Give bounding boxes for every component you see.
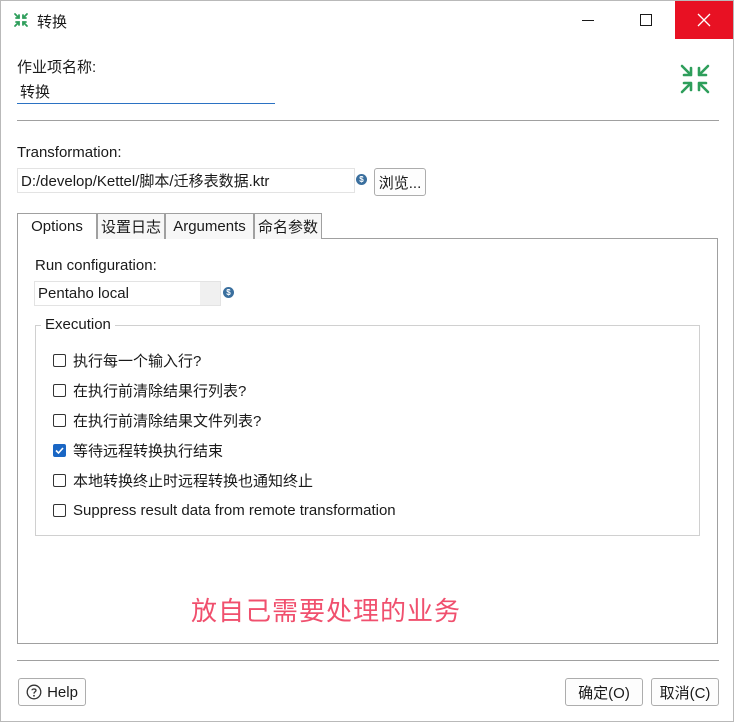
maximize-icon	[640, 14, 652, 26]
minimize-icon	[582, 19, 594, 21]
checkbox-label: Suppress result data from remote transfo…	[73, 501, 396, 519]
checkbox-wait-remote[interactable]: 等待远程转换执行结束	[53, 440, 223, 460]
annotation-text: 放自己需要处理的业务	[191, 596, 462, 626]
variable-icon[interactable]: $	[356, 174, 367, 185]
checkbox-label: 等待远程转换执行结束	[73, 442, 224, 460]
checkbox-label: 在执行前清除结果行列表?	[73, 382, 247, 400]
checkbox-label: 执行每一个输入行?	[73, 352, 202, 370]
tab-log-settings[interactable]: 设置日志	[97, 213, 165, 239]
bottom-separator	[17, 660, 719, 661]
checkbox-suppress-result[interactable]: Suppress result data from remote transfo…	[53, 500, 396, 520]
browse-button[interactable]: 浏览...	[374, 168, 426, 196]
close-icon	[697, 13, 711, 27]
help-button[interactable]: Help	[18, 678, 86, 706]
checkbox-label: 在执行前清除结果文件列表?	[73, 412, 262, 430]
execution-group-label: Execution	[41, 316, 115, 333]
transformation-path-input[interactable]	[17, 168, 355, 193]
job-name-input[interactable]	[17, 80, 275, 104]
checkbox-label: 本地转换终止时远程转换也通知终止	[73, 472, 314, 490]
checkbox-unchecked-icon[interactable]	[53, 353, 66, 367]
dropdown-arrow-icon[interactable]	[200, 282, 220, 305]
checkbox-unchecked-icon[interactable]	[53, 473, 66, 487]
run-config-label: Run configuration:	[35, 257, 157, 274]
run-config-value: Pentaho local	[38, 285, 129, 302]
transformation-icon	[14, 13, 28, 27]
transformation-label: Transformation:	[17, 144, 122, 161]
checkbox-unchecked-icon[interactable]	[53, 383, 66, 397]
checkbox-clear-result-files[interactable]: 在执行前清除结果文件列表?	[53, 410, 261, 430]
checkbox-unchecked-icon[interactable]	[53, 503, 66, 517]
maximize-button[interactable]	[617, 1, 675, 39]
minimize-button[interactable]	[559, 1, 617, 39]
checkbox-notify-remote-stop[interactable]: 本地转换终止时远程转换也通知终止	[53, 470, 313, 490]
checkbox-each-row[interactable]: 执行每一个输入行?	[53, 350, 201, 370]
checkbox-clear-result-rows[interactable]: 在执行前清除结果行列表?	[53, 380, 246, 400]
run-config-select[interactable]: Pentaho local	[34, 281, 221, 306]
variable-icon[interactable]: $	[223, 287, 234, 298]
tab-arguments[interactable]: Arguments	[165, 213, 254, 239]
checkbox-unchecked-icon[interactable]	[53, 413, 66, 427]
checkmark-icon	[55, 446, 64, 454]
tab-named-parameters[interactable]: 命名参数	[254, 213, 322, 239]
title-bar: 转换	[1, 1, 733, 39]
top-separator	[17, 120, 719, 121]
dialog-window: 转换 作业项名称: Transformation: $ 浏览... Option…	[0, 0, 734, 722]
job-name-label: 作业项名称:	[17, 59, 97, 76]
cancel-button[interactable]: 取消(C)	[651, 678, 719, 706]
checkbox-checked-icon[interactable]	[53, 443, 66, 457]
window-title: 转换	[37, 14, 68, 31]
tab-options[interactable]: Options	[17, 213, 97, 239]
close-button[interactable]	[675, 1, 733, 39]
help-label: Help	[47, 683, 78, 701]
transform-arrows-icon	[680, 64, 710, 94]
ok-button[interactable]: 确定(O)	[565, 678, 643, 706]
help-icon	[26, 684, 42, 700]
